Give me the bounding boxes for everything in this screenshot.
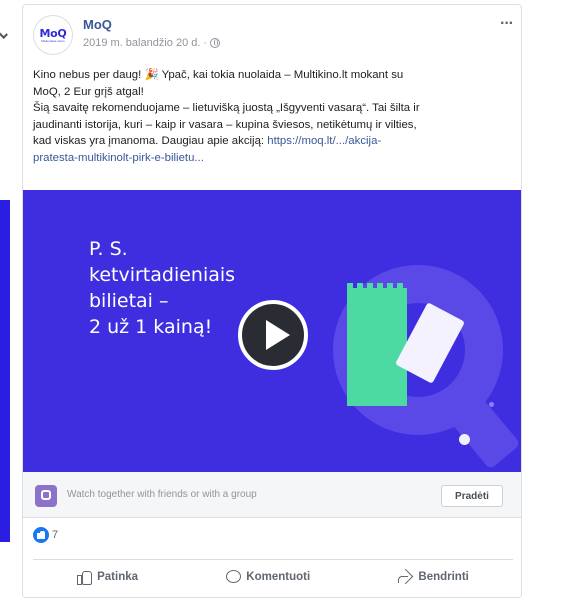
comment-button[interactable]: Komentuoti [226,570,310,583]
reactions-summary[interactable]: 7 [33,527,58,543]
avatar-sub: Modernaus meno [41,38,65,43]
post-text-line: Šią savaitę rekomenduojame – lietuvišką … [33,102,420,115]
page-name-link[interactable]: MoQ [83,17,112,32]
avatar[interactable]: MoQ Modernaus meno [33,15,73,55]
comment-icon [226,570,242,583]
dot-graphic [489,402,494,407]
play-button-icon[interactable] [238,300,308,370]
headline-line: ketvirtadieniais [89,264,236,286]
post-text-segment: kad viskas yra įmanoma. Daugiau apie akc… [33,135,268,148]
post-text-line: jaudinanti istorija, kuri – kaip ir vasa… [33,118,417,131]
left-column [0,0,20,602]
watch-party-icon [35,485,57,507]
watch-party-bar: Watch together with friends or with a gr… [23,472,521,518]
post-actions: Patinka Komentuoti Bendrinti [33,559,513,593]
share-button[interactable]: Bendrinti [398,570,469,583]
green-ticket-graphic [347,288,407,406]
promo-link[interactable]: https://moq.lt/.../akcija- [267,135,381,147]
post-header: MoQ Modernaus meno MoQ 2019 m. balandžio… [33,15,514,55]
headline-line: P. S. [89,238,128,260]
reaction-count: 7 [52,529,59,541]
share-label: Bendrinti [418,570,469,583]
thumbs-up-icon [77,569,93,585]
dot-graphic [459,434,470,445]
more-options-icon[interactable]: ··· [500,15,514,33]
video-headline: P. S. ketvirtadieniais bilietai – 2 už 1… [89,236,235,340]
start-watch-party-button[interactable]: Pradėti [441,485,503,507]
headline-line: bilietai – [89,290,169,312]
post-text-line: Kino nebus per daug! 🎉 Ypač, kai tokia n… [33,69,404,81]
headline-line: 2 už 1 kainą! [89,316,213,338]
chevron-icon [0,29,8,39]
post-date[interactable]: 2019 m. balandžio 20 d. [83,37,200,49]
globe-icon [210,38,221,48]
post-meta: 2019 m. balandžio 20 d. · [83,37,221,49]
share-icon [398,570,413,583]
promo-link-continued[interactable]: pratesta-multikinolt-pirk-e-bilietu... [33,152,204,164]
like-reaction-icon [33,527,49,543]
like-label: Patinka [97,570,139,583]
post-text-line: pratesta-multikinolt-pirk-e-bilietu... [33,150,515,167]
watch-party-text: Watch together with friends or with a gr… [67,489,257,500]
video-player[interactable]: P. S. ketvirtadieniais bilietai – 2 už 1… [23,190,521,472]
like-button[interactable]: Patinka [77,569,139,585]
comment-label: Komentuoti [246,570,311,583]
post-card: MoQ Modernaus meno MoQ 2019 m. balandžio… [22,4,522,598]
left-blue-strip [0,200,10,542]
avatar-logo: MoQ [39,26,67,40]
post-text-line: kad viskas yra įmanoma. Daugiau apie akc… [33,133,515,150]
post-text: Kino nebus per daug! 🎉 Ypač, kai tokia n… [33,67,515,167]
post-text-line: MoQ, 2 Eur grįš atgal! [33,85,144,98]
